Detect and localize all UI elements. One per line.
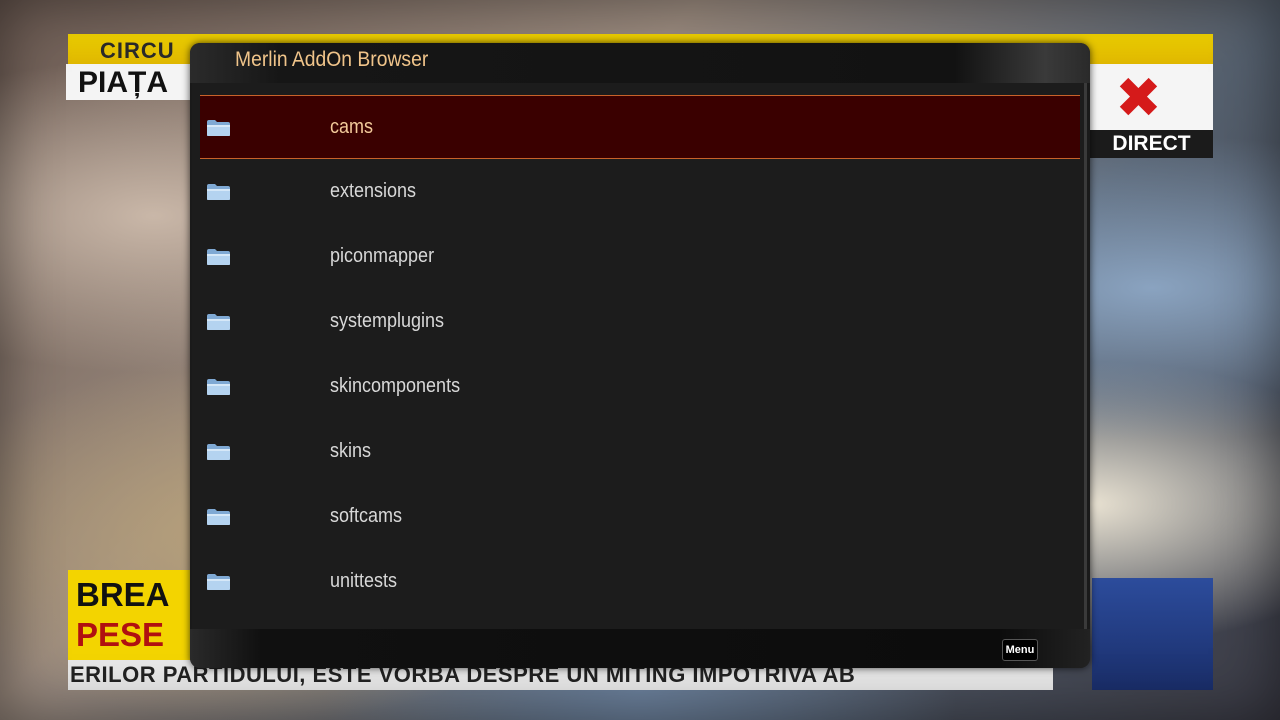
menu-button[interactable]: Menu [1002,639,1038,661]
list-item-label: unittests [330,570,398,592]
addon-browser-dialog: Merlin AddOn Browser cams extensions picon… [190,43,1090,668]
folder-icon [207,249,230,265]
folder-icon [207,574,230,590]
dialog-footer [190,629,1090,668]
folder-icon [207,184,230,200]
list-item-label: softcams [330,505,403,527]
list-item[interactable]: softcams [200,485,1080,549]
dialog-header: Merlin AddOn Browser [190,43,1090,83]
list-item[interactable]: unittests [200,550,1080,614]
list-item-label: extensions [330,180,417,202]
addon-folder-list[interactable]: cams extensions piconmapper systemplugins sk… [192,83,1087,631]
list-item[interactable]: extensions [200,160,1080,224]
dialog-title: Merlin AddOn Browser [235,48,429,71]
list-item-label: skincomponents [330,375,461,397]
folder-icon [207,509,230,525]
folder-icon [207,314,230,330]
list-item-label: piconmapper [330,245,435,267]
list-item[interactable]: cams [200,95,1080,159]
list-item[interactable]: systemplugins [200,290,1080,354]
list-item-label: cams [330,116,374,138]
tv-background: CIRCU PIAȚA ✖ DIRECT BREA PESE ERILOR PA… [0,0,1280,720]
list-item[interactable]: skins [200,420,1080,484]
folder-icon [207,379,230,395]
folder-icon [207,444,230,460]
list-item[interactable]: skincomponents [200,355,1080,419]
list-item[interactable]: piconmapper [200,225,1080,289]
list-item-label: systemplugins [330,310,445,332]
list-item-label: skins [330,440,372,462]
folder-icon [207,120,230,136]
